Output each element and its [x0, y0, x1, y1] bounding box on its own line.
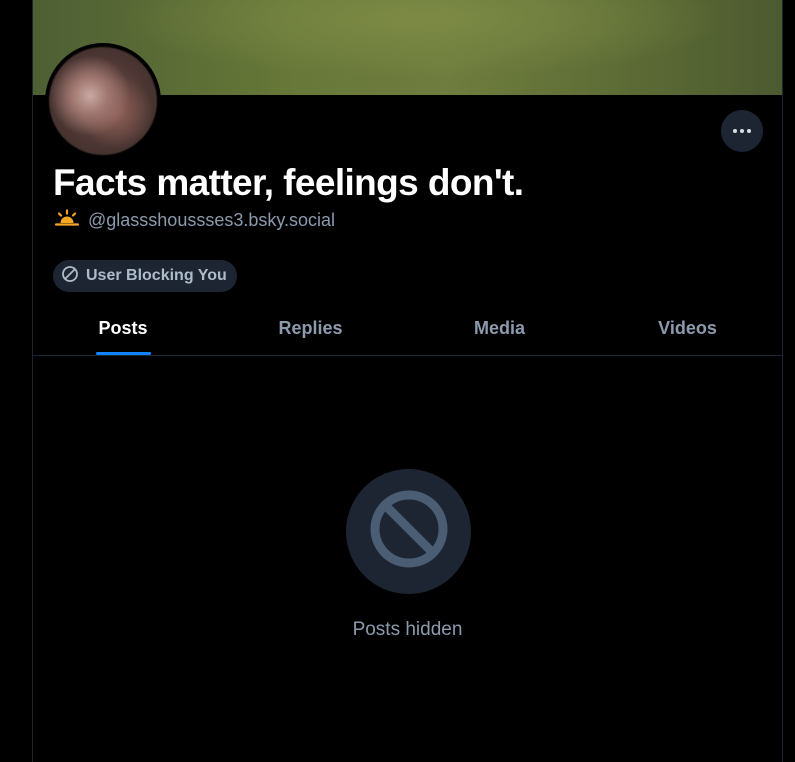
active-tab-indicator — [96, 352, 151, 355]
display-name: Facts matter, feelings don't. — [53, 162, 524, 203]
posts-hidden-icon-container — [346, 469, 471, 594]
badge-label: User Blocking You — [86, 267, 227, 284]
profile-column: Facts matter, feelings don't. @glassshou… — [32, 0, 783, 762]
tab-replies-label: Replies — [278, 317, 343, 338]
sunrise-icon — [54, 209, 80, 232]
more-options-button[interactable] — [721, 110, 763, 152]
posts-hidden-message: Posts hidden — [352, 619, 463, 640]
profile-tabs: Posts Replies Media Videos — [33, 300, 782, 356]
avatar[interactable] — [47, 45, 159, 157]
tab-videos[interactable]: Videos — [591, 300, 784, 356]
block-icon — [61, 265, 79, 288]
user-blocking-badge: User Blocking You — [53, 260, 237, 292]
handle-row: @glassshoussses3.bsky.social — [54, 209, 335, 232]
tab-posts-label: Posts — [98, 317, 148, 338]
tab-videos-label: Videos — [658, 317, 717, 338]
tab-media[interactable]: Media — [408, 300, 591, 356]
tab-replies[interactable]: Replies — [213, 300, 408, 356]
tab-posts[interactable]: Posts — [33, 300, 213, 356]
handle[interactable]: @glassshoussses3.bsky.social — [88, 210, 335, 231]
ellipsis-icon — [733, 129, 751, 133]
tab-media-label: Media — [473, 317, 525, 338]
block-icon — [368, 488, 450, 575]
